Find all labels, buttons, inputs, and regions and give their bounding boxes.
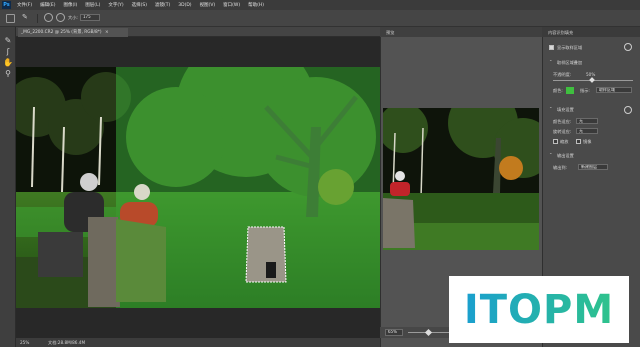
- park-photo: [16, 67, 380, 308]
- zoom-level[interactable]: 25%: [20, 338, 29, 347]
- menu-3d[interactable]: 3D(D): [178, 3, 191, 8]
- content-aware-fill-header: 内容识别填充: [542, 27, 640, 37]
- chevron-down-icon[interactable]: ⌄: [549, 150, 553, 155]
- preview-zoom-input[interactable]: 65%: [385, 329, 403, 336]
- status-bar: 25% 文档:28.8M/86.4M: [16, 338, 380, 347]
- color-adapt-label: 颜色适应:: [553, 119, 572, 124]
- show-sampling-label: 显示取样区域: [557, 45, 583, 50]
- document-canvas[interactable]: [16, 67, 380, 308]
- menu-select[interactable]: 选择(S): [132, 2, 147, 8]
- menu-help[interactable]: 帮助(H): [248, 2, 264, 8]
- tools-panel: ✎ ʃ ✋ ⚲: [0, 27, 16, 347]
- photoshop-logo: Ps: [2, 1, 11, 9]
- watermark-logo: ITOPM: [449, 276, 629, 343]
- brush-tool-icon[interactable]: ✎: [22, 13, 28, 21]
- color-adapt-select[interactable]: 无: [576, 118, 598, 124]
- lasso-icon[interactable]: ʃ: [3, 47, 13, 56]
- close-icon[interactable]: ×: [105, 30, 109, 35]
- menu-file[interactable]: 文件(F): [17, 2, 32, 8]
- color-label: 颜色:: [553, 88, 563, 93]
- preview-image: [383, 108, 539, 250]
- size-label: 大小:: [68, 15, 78, 20]
- document-info: 文档:28.8M/86.4M: [48, 340, 86, 345]
- add-mode-icon[interactable]: [44, 13, 53, 22]
- subtract-mode-icon[interactable]: [56, 13, 65, 22]
- opacity-label: 不透明度:: [553, 72, 572, 77]
- fill-settings-section-title: 填充设置: [557, 107, 574, 112]
- watermark-text: ITOPM: [463, 286, 615, 333]
- reset-icon[interactable]: [624, 106, 632, 114]
- opacity-value[interactable]: 50%: [586, 72, 595, 77]
- reset-icon[interactable]: [624, 43, 632, 51]
- document-tab-bar: _MG_2200.CR2 @ 25% (背景, RGB/8*) ×: [16, 27, 380, 37]
- scale-checkbox[interactable]: [553, 139, 558, 144]
- chevron-down-icon[interactable]: ⌄: [549, 104, 553, 109]
- panel-title: 内容识别填充: [548, 30, 574, 35]
- output-section-title: 输出设置: [557, 153, 574, 158]
- brush-icon[interactable]: ✎: [3, 36, 13, 45]
- menu-layer[interactable]: 图层(L): [85, 2, 100, 8]
- hand-icon[interactable]: ✋: [3, 58, 13, 67]
- show-sampling-checkbox[interactable]: [549, 45, 554, 50]
- document-title: _MG_2200.CR2 @ 25% (背景, RGB/8*): [21, 30, 102, 35]
- menu-filter[interactable]: 滤镜(T): [155, 2, 170, 8]
- menu-image[interactable]: 图像(I): [63, 2, 77, 8]
- preview-header: 预览: [380, 27, 542, 37]
- preview-photo: [383, 108, 539, 250]
- chevron-down-icon[interactable]: ⌄: [549, 57, 553, 62]
- divider: [37, 14, 38, 23]
- rotate-adapt-select[interactable]: 无: [576, 128, 598, 134]
- menu-type[interactable]: 文字(Y): [108, 2, 123, 8]
- menu-edit[interactable]: 编辑(E): [40, 2, 55, 8]
- menu-view[interactable]: 视图(V): [200, 2, 216, 8]
- mirror-label: 镜像: [583, 139, 592, 144]
- slider-thumb[interactable]: [424, 328, 433, 337]
- menu-window[interactable]: 窗口(W): [223, 2, 240, 8]
- scale-label: 缩放: [560, 139, 569, 144]
- menu-bar: Ps 文件(F) 编辑(E) 图像(I) 图层(L) 文字(Y) 选择(S) 滤…: [0, 0, 640, 10]
- indicate-label: 指示:: [580, 88, 590, 93]
- output-to-select[interactable]: 新建图层: [578, 164, 608, 170]
- home-icon[interactable]: [6, 14, 15, 23]
- zoom-icon[interactable]: ⚲: [3, 69, 13, 78]
- mirror-checkbox[interactable]: [576, 139, 581, 144]
- rotate-adapt-label: 旋转适应:: [553, 129, 572, 134]
- indicate-select[interactable]: 取样区域: [596, 87, 632, 93]
- document-tab[interactable]: _MG_2200.CR2 @ 25% (背景, RGB/8*) ×: [18, 28, 128, 37]
- preview-title: 预览: [386, 30, 395, 35]
- overlay-color-swatch[interactable]: [566, 87, 574, 94]
- size-input[interactable]: 175: [80, 14, 100, 21]
- sampling-section-title: 取样区域叠加: [557, 60, 583, 65]
- options-bar: ✎ 大小: 175: [0, 10, 640, 27]
- output-to-label: 输出到:: [553, 165, 567, 170]
